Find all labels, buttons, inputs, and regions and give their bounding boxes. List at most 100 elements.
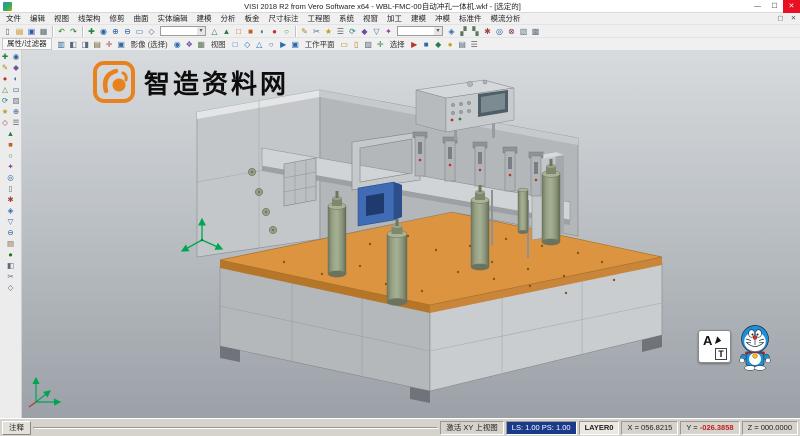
toolbar-icon[interactable]: ●: [445, 39, 456, 50]
toolbar-icon[interactable]: ◈: [6, 206, 16, 216]
toolbar-icon[interactable]: ▭: [134, 26, 145, 37]
toolbar-icon[interactable]: ▥: [56, 39, 67, 50]
toolbar-icon[interactable]: ◧: [68, 39, 79, 50]
menu-item[interactable]: 实体编辑: [154, 13, 192, 24]
toolbar-icon[interactable]: ▽: [371, 26, 382, 37]
toolbar-icon[interactable]: ▧: [518, 26, 529, 37]
toolbar-icon[interactable]: ○: [281, 26, 292, 37]
toolbar-icon[interactable]: ⟳: [0, 96, 10, 106]
tab-properties-filter[interactable]: 属性/过滤器: [2, 38, 52, 50]
toolbar-icon[interactable]: ✂: [6, 272, 16, 282]
toolbar-icon[interactable]: △: [209, 26, 220, 37]
toolbar-icon[interactable]: ★: [0, 107, 10, 117]
toolbar-icon[interactable]: ●: [269, 26, 280, 37]
toolbar-icon[interactable]: ❖: [184, 39, 195, 50]
toolbar-icon[interactable]: ◎: [6, 173, 16, 183]
toolbar-icon[interactable]: ✱: [482, 26, 493, 37]
toolbar-icon[interactable]: △: [0, 85, 10, 95]
toolbar-icon[interactable]: ▤: [6, 239, 16, 249]
menu-item[interactable]: 模流分析: [487, 13, 525, 24]
toolbar-icon[interactable]: ✛: [375, 39, 386, 50]
workplane-indicator[interactable]: 激活 XY 上视图: [440, 421, 504, 435]
scale-indicator[interactable]: LS: 1.00 PS: 1.00: [506, 421, 577, 435]
toolbar-icon[interactable]: ▚: [470, 26, 481, 37]
toolbar-icon[interactable]: ⊕: [11, 107, 21, 117]
toolbar-combobox[interactable]: ▾: [397, 26, 443, 36]
3d-viewport[interactable]: 智造资料网 A T: [22, 50, 800, 418]
toolbar-icon[interactable]: ◆: [359, 26, 370, 37]
menu-item[interactable]: 编辑: [26, 13, 49, 24]
annotation-tool-overlay[interactable]: A T: [698, 330, 731, 363]
menu-item[interactable]: 板金: [241, 13, 264, 24]
close-button[interactable]: ✕: [783, 0, 800, 13]
menu-item[interactable]: 建模: [193, 13, 216, 24]
menu-item[interactable]: 加工: [383, 13, 406, 24]
menu-item[interactable]: 曲面: [130, 13, 153, 24]
toolbar-icon[interactable]: ▭: [339, 39, 350, 50]
toolbar-icon[interactable]: □: [233, 26, 244, 37]
toolbar-icon[interactable]: ▯: [2, 26, 13, 37]
toolbar-icon[interactable]: ▨: [11, 96, 21, 106]
menu-item[interactable]: 工程图: [304, 13, 335, 24]
toolbar-icon[interactable]: ▦: [196, 39, 207, 50]
toolbar-icon[interactable]: ■: [6, 140, 16, 150]
menu-item[interactable]: 系统: [335, 13, 358, 24]
toolbar-icon[interactable]: ✛: [104, 39, 115, 50]
toolbar-icon[interactable]: ▯: [6, 184, 16, 194]
toolbar-icon[interactable]: ⊕: [110, 26, 121, 37]
toolbar-icon[interactable]: ▤: [457, 39, 468, 50]
toolbar-icon[interactable]: ▨: [363, 39, 374, 50]
menu-item[interactable]: 尺寸标注: [265, 13, 303, 24]
toolbar-icon[interactable]: ◉: [98, 26, 109, 37]
toolbar-icon[interactable]: △: [254, 39, 265, 50]
toolbar-icon[interactable]: ○: [266, 39, 277, 50]
toolbar-icon[interactable]: ■: [245, 26, 256, 37]
toolbar-icon[interactable]: ◇: [146, 26, 157, 37]
toolbar-icon[interactable]: ▶: [278, 39, 289, 50]
text-tool-a[interactable]: A: [703, 333, 712, 348]
toolbar-icon[interactable]: ●: [0, 74, 10, 84]
menu-item[interactable]: 线架构: [74, 13, 105, 24]
menu-item[interactable]: 建模: [407, 13, 430, 24]
menu-item[interactable]: 冲模: [431, 13, 454, 24]
toolbar-icon[interactable]: ▤: [92, 39, 103, 50]
toolbar-icon[interactable]: ◈: [446, 26, 457, 37]
toolbar-icon[interactable]: ✚: [86, 26, 97, 37]
toolbar-icon[interactable]: ↷: [68, 26, 79, 37]
toolbar-icon[interactable]: ◇: [0, 118, 10, 128]
toolbar-icon[interactable]: ⟳: [347, 26, 358, 37]
toolbar-icon[interactable]: ▲: [6, 129, 16, 139]
toolbar-icon[interactable]: ◆: [11, 63, 21, 73]
menu-item[interactable]: 视窗: [359, 13, 382, 24]
toolbar-icon[interactable]: ✦: [383, 26, 394, 37]
comment-button[interactable]: 注释: [2, 421, 31, 435]
toolbar-icon[interactable]: ☰: [335, 26, 346, 37]
toolbar-icon[interactable]: ◇: [6, 283, 16, 293]
toolbar-icon[interactable]: ▽: [6, 217, 16, 227]
menu-item[interactable]: 修剪: [106, 13, 129, 24]
toolbar-icon[interactable]: ★: [323, 26, 334, 37]
toolbar-icon[interactable]: ◐: [257, 26, 268, 37]
layer-indicator[interactable]: LAYER0: [579, 421, 620, 435]
toolbar-icon[interactable]: ◐: [11, 74, 21, 84]
menu-item[interactable]: 文件: [2, 13, 25, 24]
menu-item[interactable]: 视图: [50, 13, 73, 24]
text-tool-t[interactable]: T: [715, 348, 727, 360]
toolbar-icon[interactable]: ▤: [14, 26, 25, 37]
toolbar-icon[interactable]: ▣: [26, 26, 37, 37]
toolbar-icon[interactable]: ▩: [530, 26, 541, 37]
toolbar-icon[interactable]: □: [230, 39, 241, 50]
toolbar-icon[interactable]: ✎: [0, 63, 10, 73]
minimize-button[interactable]: —: [749, 0, 766, 13]
toolbar-icon[interactable]: ⊗: [506, 26, 517, 37]
toolbar-icon[interactable]: ◆: [433, 39, 444, 50]
toolbar-icon[interactable]: ◧: [6, 261, 16, 271]
toolbar-icon[interactable]: ✂: [311, 26, 322, 37]
toolbar-icon[interactable]: ○: [6, 151, 16, 161]
toolbar-icon[interactable]: ▞: [458, 26, 469, 37]
toolbar-icon[interactable]: ◉: [172, 39, 183, 50]
toolbar-icon[interactable]: ↶: [56, 26, 67, 37]
toolbar-icon[interactable]: ✦: [6, 162, 16, 172]
toolbar-icon[interactable]: ▶: [409, 39, 420, 50]
toolbar-icon[interactable]: ◨: [80, 39, 91, 50]
